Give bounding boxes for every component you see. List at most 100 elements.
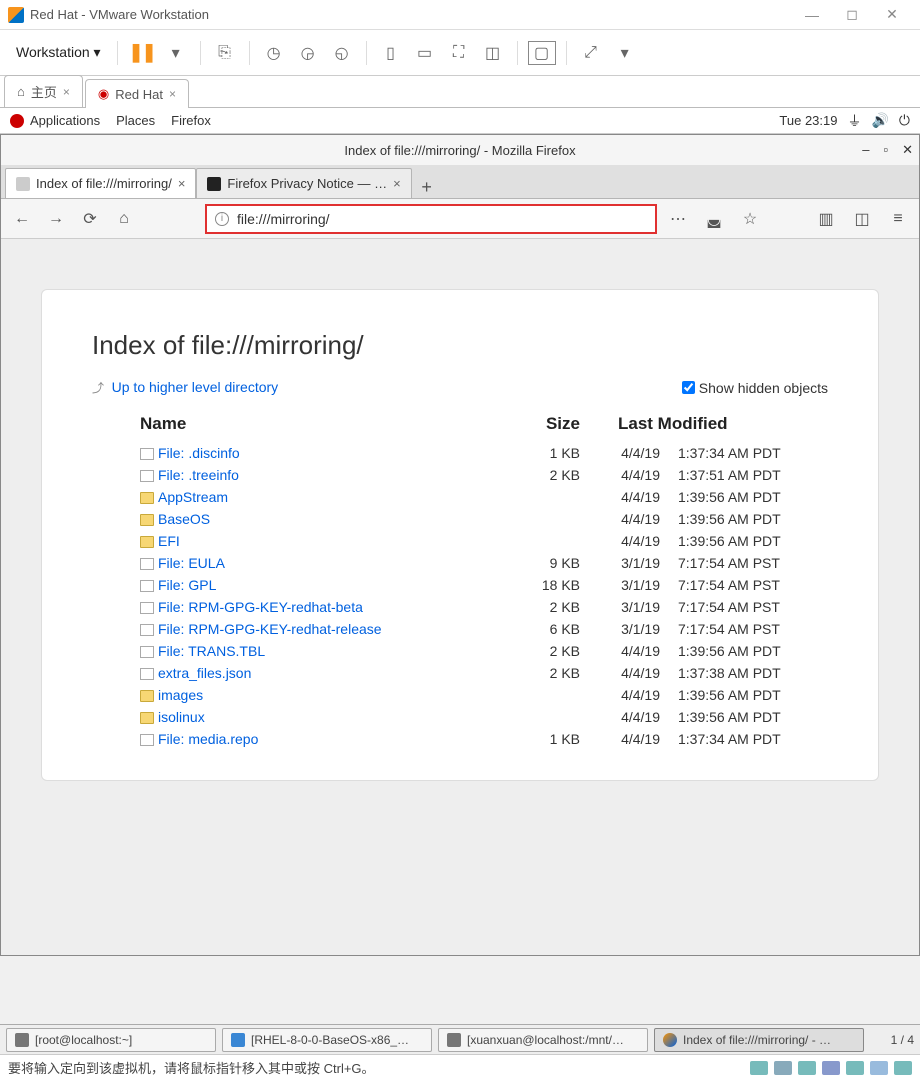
- browser-tab[interactable]: Firefox Privacy Notice — … ×: [196, 168, 411, 198]
- vm-tab-home[interactable]: ⌂ 主页 ×: [4, 75, 83, 107]
- unity-icon[interactable]: ◫: [479, 41, 507, 65]
- gnome-top-panel: Applications Places Firefox Tue 23:19 ⏚ …: [0, 108, 920, 134]
- col-size[interactable]: Size: [498, 410, 588, 442]
- tab-label: 主页: [31, 82, 57, 101]
- device-icon[interactable]: [846, 1061, 864, 1075]
- site-info-icon[interactable]: i: [215, 212, 229, 226]
- show-hidden-toggle[interactable]: Show hidden objects: [682, 380, 828, 396]
- fullscreen-icon[interactable]: ⛶: [445, 41, 473, 65]
- file-link[interactable]: File: media.repo: [158, 731, 258, 747]
- snapshot-icon[interactable]: ⎘: [211, 41, 239, 65]
- col-name[interactable]: Name: [132, 410, 498, 442]
- separator: [566, 41, 567, 65]
- firefox-menu[interactable]: Firefox: [171, 113, 211, 128]
- firefox-tab-strip: Index of file:///mirroring/ × Firefox Pr…: [1, 165, 919, 199]
- task-terminal[interactable]: [xuanxuan@localhost:/mnt/…: [438, 1028, 648, 1052]
- maximize-icon[interactable]: ▫: [883, 142, 888, 158]
- page-actions-icon[interactable]: ⋯: [665, 206, 691, 232]
- task-label: [RHEL-8-0-0-BaseOS-x86_…: [251, 1033, 409, 1047]
- up-directory-link[interactable]: Up to higher level directory: [112, 379, 279, 395]
- task-terminal[interactable]: [root@localhost:~]: [6, 1028, 216, 1052]
- minimize-button[interactable]: —: [792, 3, 832, 27]
- file-link[interactable]: EFI: [158, 533, 180, 549]
- browser-tab[interactable]: Index of file:///mirroring/ ×: [5, 168, 196, 198]
- table-row: File: RPM-GPG-KEY-redhat-beta2 KB3/1/197…: [132, 596, 828, 618]
- close-icon[interactable]: ×: [63, 85, 70, 99]
- network-icon[interactable]: ⏚: [847, 111, 861, 131]
- home-icon: ⌂: [17, 84, 25, 99]
- task-firefox[interactable]: Index of file:///mirroring/ - …: [654, 1028, 864, 1052]
- clock[interactable]: Tue 23:19: [779, 113, 837, 128]
- bookmark-star-icon[interactable]: ☆: [737, 206, 763, 232]
- view-single-icon[interactable]: ▯: [377, 41, 405, 65]
- file-size: [498, 530, 588, 552]
- dropdown-icon[interactable]: ▾: [611, 41, 639, 65]
- device-icon[interactable]: [870, 1061, 888, 1075]
- file-link[interactable]: File: EULA: [158, 555, 225, 571]
- new-tab-button[interactable]: +: [412, 177, 442, 198]
- page-content: Index of file:///mirroring/ ⤴ Up to high…: [1, 239, 919, 955]
- home-button[interactable]: ⌂: [111, 206, 137, 232]
- file-date: 4/4/19: [588, 728, 668, 750]
- file-size: 18 KB: [498, 574, 588, 596]
- file-link[interactable]: AppStream: [158, 489, 228, 505]
- menu-icon[interactable]: ≡: [885, 206, 911, 232]
- file-link[interactable]: File: GPL: [158, 577, 216, 593]
- device-icon[interactable]: [774, 1061, 792, 1075]
- task-label: [root@localhost:~]: [35, 1033, 132, 1047]
- view-console-icon[interactable]: ▭: [411, 41, 439, 65]
- dropdown-icon[interactable]: ▾: [162, 41, 190, 65]
- cycle-icon[interactable]: ▢: [528, 41, 556, 65]
- snap-revert-icon[interactable]: ◶: [294, 41, 322, 65]
- file-link[interactable]: BaseOS: [158, 511, 210, 527]
- device-icon[interactable]: [822, 1061, 840, 1075]
- power-icon[interactable]: ⏻: [899, 112, 910, 129]
- vm-tab-redhat[interactable]: ◉ Red Hat ×: [85, 79, 189, 108]
- workstation-menu[interactable]: Workstation ▾: [10, 40, 107, 65]
- file-link[interactable]: File: RPM-GPG-KEY-redhat-beta: [158, 599, 363, 615]
- workspace-indicator[interactable]: 1 / 4: [891, 1033, 914, 1047]
- close-tab-icon[interactable]: ×: [393, 176, 401, 191]
- table-row: AppStream4/4/191:39:56 AM PDT: [132, 486, 828, 508]
- sidebar-icon[interactable]: ◫: [849, 206, 875, 232]
- close-icon[interactable]: ✕: [902, 142, 913, 158]
- file-link[interactable]: isolinux: [158, 709, 205, 725]
- back-button[interactable]: ←: [9, 206, 35, 232]
- file-link[interactable]: File: RPM-GPG-KEY-redhat-release: [158, 621, 382, 637]
- file-date: 3/1/19: [588, 596, 668, 618]
- library-icon[interactable]: ▥: [813, 206, 839, 232]
- task-files[interactable]: [RHEL-8-0-0-BaseOS-x86_…: [222, 1028, 432, 1052]
- file-time: 7:17:54 AM PST: [668, 552, 828, 574]
- url-input[interactable]: [237, 211, 647, 227]
- file-link[interactable]: File: .treeinfo: [158, 467, 239, 483]
- applications-menu[interactable]: Applications: [30, 113, 100, 128]
- snap-manage-icon[interactable]: ◵: [328, 41, 356, 65]
- device-icon[interactable]: [798, 1061, 816, 1075]
- device-icon[interactable]: [750, 1061, 768, 1075]
- file-size: 9 KB: [498, 552, 588, 574]
- file-link[interactable]: File: .discinfo: [158, 445, 240, 461]
- close-button[interactable]: ✕: [872, 3, 912, 27]
- snap-take-icon[interactable]: ◷: [260, 41, 288, 65]
- show-hidden-checkbox[interactable]: [682, 381, 695, 394]
- reload-button[interactable]: ⟳: [77, 206, 103, 232]
- file-link[interactable]: File: TRANS.TBL: [158, 643, 265, 659]
- close-icon[interactable]: ×: [169, 87, 176, 101]
- file-link[interactable]: images: [158, 687, 203, 703]
- table-row: BaseOS4/4/191:39:56 AM PDT: [132, 508, 828, 530]
- task-label: Index of file:///mirroring/ - …: [683, 1033, 831, 1047]
- pause-icon[interactable]: ❚❚: [128, 41, 156, 65]
- file-link[interactable]: extra_files.json: [158, 665, 251, 681]
- pocket-icon[interactable]: ◛: [701, 206, 727, 232]
- close-tab-icon[interactable]: ×: [178, 176, 186, 191]
- forward-button[interactable]: →: [43, 206, 69, 232]
- minimize-icon[interactable]: –: [862, 142, 869, 158]
- volume-icon[interactable]: 🔊: [871, 112, 888, 129]
- places-menu[interactable]: Places: [116, 113, 155, 128]
- file-time: 1:37:34 AM PDT: [668, 442, 828, 464]
- url-bar[interactable]: i: [205, 204, 657, 234]
- device-icon[interactable]: [894, 1061, 912, 1075]
- col-modified[interactable]: Last Modified: [588, 410, 828, 442]
- maximize-button[interactable]: ◻: [832, 3, 872, 27]
- stretch-icon[interactable]: ⤢: [577, 41, 605, 65]
